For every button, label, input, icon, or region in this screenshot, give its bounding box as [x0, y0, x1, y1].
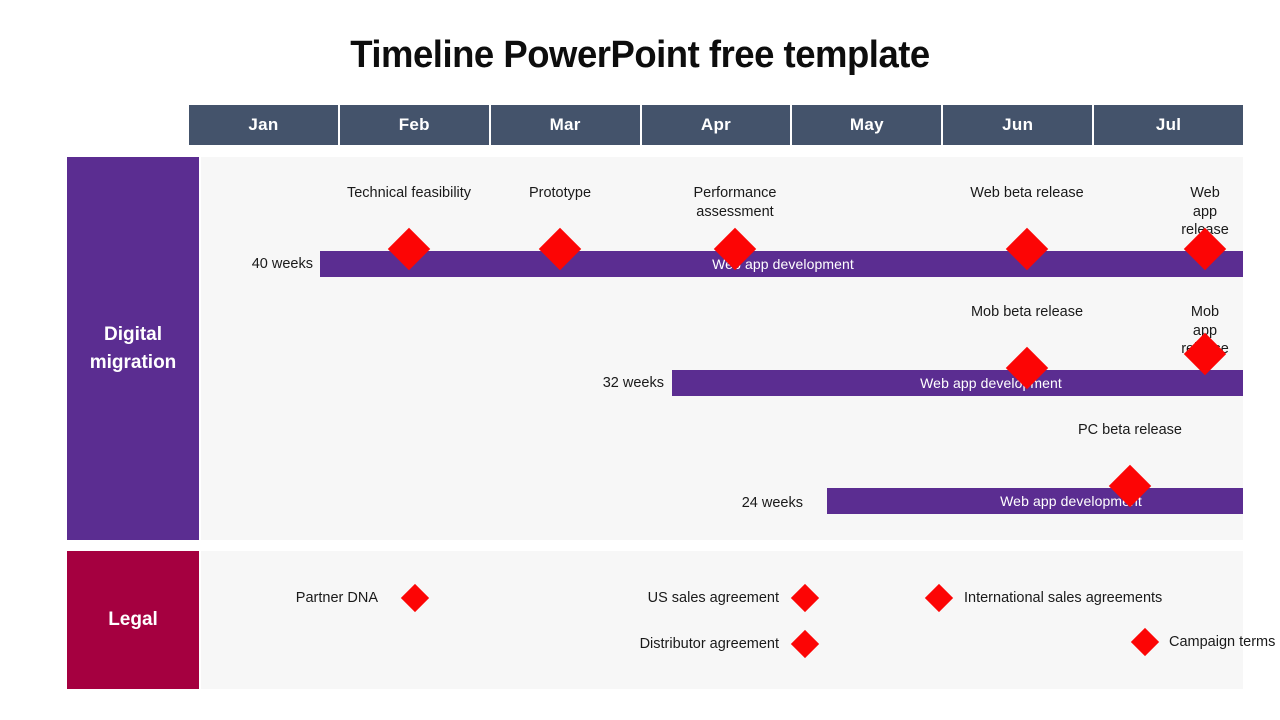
- timeline-row-24-weeks: 24 weeks Web app development PC beta rel…: [201, 157, 1243, 540]
- legal-label-distributor-agreement: Distributor agreement: [639, 636, 779, 652]
- month-label: Jan: [248, 115, 279, 134]
- milestone-diamond-icon[interactable]: [790, 629, 820, 659]
- month-header-row: Jan Feb Mar Apr May Jun Jul: [189, 105, 1244, 145]
- milestone-label-pc-beta-release: PC beta release: [1078, 422, 1182, 438]
- month-label: May: [849, 115, 884, 134]
- milestone-diamond-icon[interactable]: [924, 583, 954, 613]
- legal-label-us-sales-agreement: US sales agreement: [647, 590, 779, 606]
- gantt-bar-row3[interactable]: Web app development: [827, 488, 1243, 514]
- section-label-legal[interactable]: Legal: [67, 551, 199, 689]
- section-label-digital-migration[interactable]: Digital migration: [67, 157, 199, 540]
- month-cell-feb[interactable]: Feb: [339, 105, 489, 145]
- month-label: Apr: [700, 115, 732, 134]
- month-label: Mar: [549, 115, 581, 134]
- milestone-diamond-icon[interactable]: [1130, 627, 1160, 657]
- month-label: Jul: [1155, 115, 1182, 134]
- legal-label-international-sales-agreements: International sales agreements: [964, 590, 1163, 606]
- month-cell-jun[interactable]: Jun: [943, 105, 1093, 145]
- legal-label-partner-dna: Partner DNA: [295, 590, 378, 606]
- month-cell-jan[interactable]: Jan: [189, 105, 338, 145]
- month-cell-apr[interactable]: Apr: [641, 105, 791, 145]
- page-title: Timeline PowerPoint free template: [350, 34, 930, 76]
- digital-migration-panel: 40 weeks Web app development Technical f…: [201, 157, 1243, 540]
- month-cell-mar[interactable]: Mar: [490, 105, 640, 145]
- legal-panel: Partner DNA US sales agreement Internati…: [201, 551, 1275, 689]
- legal-label-campaign-terms: Campaign terms: [1169, 634, 1276, 650]
- milestone-diamond-icon[interactable]: [400, 583, 430, 613]
- milestone-diamond-icon[interactable]: [790, 583, 820, 613]
- month-label: Feb: [398, 115, 430, 134]
- month-label: Jun: [1002, 115, 1034, 134]
- duration-label-row3: 24 weeks: [741, 495, 803, 511]
- month-cell-may[interactable]: May: [792, 105, 942, 145]
- month-cell-jul[interactable]: Jul: [1094, 105, 1244, 145]
- section-legal: Legal Partner DNA US sales agreement Int…: [67, 551, 1275, 689]
- section-digital-migration: Digital migration 40 weeks Web app devel…: [67, 157, 1243, 540]
